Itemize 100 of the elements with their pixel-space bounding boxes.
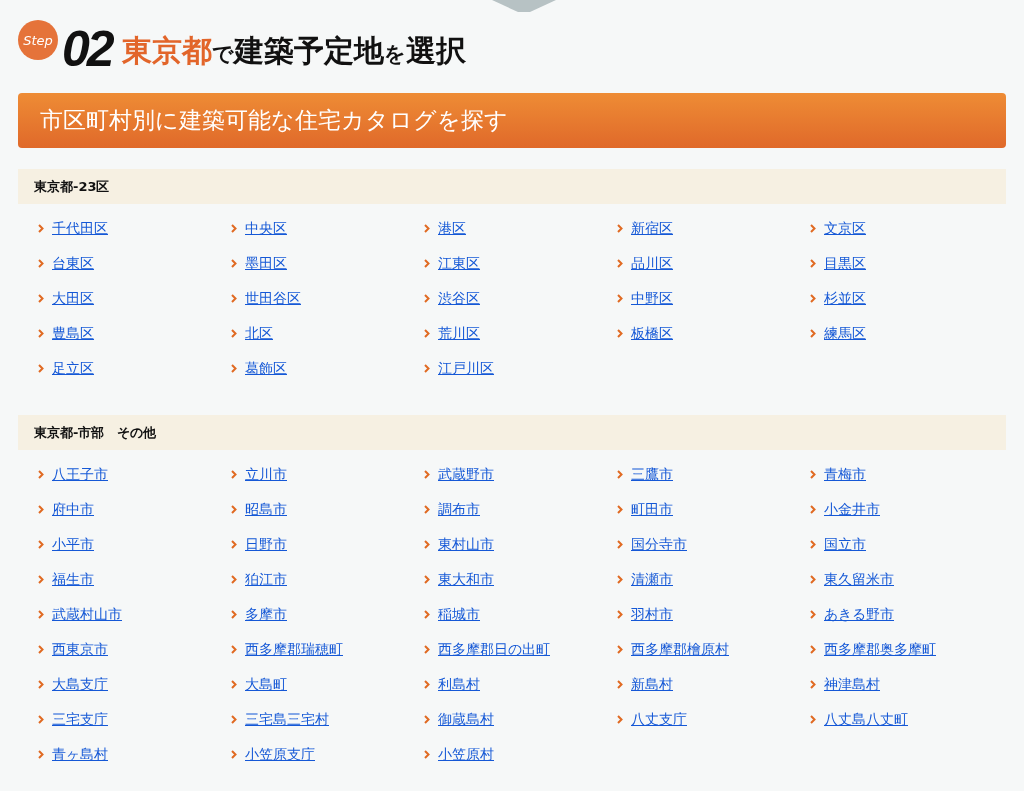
area-link[interactable]: 武蔵野市 bbox=[438, 465, 494, 484]
area-link[interactable]: 八丈島八丈町 bbox=[824, 710, 908, 729]
area-link[interactable]: 日野市 bbox=[245, 535, 287, 554]
area-link[interactable]: 福生市 bbox=[52, 570, 94, 589]
chevron-icon bbox=[231, 715, 237, 724]
step-number: 02 bbox=[62, 24, 112, 74]
area-link[interactable]: 三宅島三宅村 bbox=[245, 710, 329, 729]
chevron-icon bbox=[231, 680, 237, 689]
area-link[interactable]: 大田区 bbox=[52, 289, 94, 308]
area-link[interactable]: 墨田区 bbox=[245, 254, 287, 273]
area-link[interactable]: 西東京市 bbox=[52, 640, 108, 659]
area-link[interactable]: 品川区 bbox=[631, 254, 673, 273]
chevron-icon bbox=[38, 540, 44, 549]
area-link[interactable]: 台東区 bbox=[52, 254, 94, 273]
area-link[interactable]: 練馬区 bbox=[824, 324, 866, 343]
area-link[interactable]: 新島村 bbox=[631, 675, 673, 694]
area-link[interactable]: 江戸川区 bbox=[438, 359, 494, 378]
area-link[interactable]: 三宅支庁 bbox=[52, 710, 108, 729]
area-link[interactable]: 中央区 bbox=[245, 219, 287, 238]
chevron-icon bbox=[424, 540, 430, 549]
area-link[interactable]: 利島村 bbox=[438, 675, 480, 694]
chevron-icon bbox=[810, 329, 816, 338]
area-link[interactable]: 足立区 bbox=[52, 359, 94, 378]
chevron-icon bbox=[231, 610, 237, 619]
area-link[interactable]: 三鷹市 bbox=[631, 465, 673, 484]
area-link[interactable]: 神津島村 bbox=[824, 675, 880, 694]
area-link[interactable]: 西多摩郡瑞穂町 bbox=[245, 640, 343, 659]
area-link[interactable]: 杉並区 bbox=[824, 289, 866, 308]
area-link[interactable]: 大島町 bbox=[245, 675, 287, 694]
area-link[interactable]: 小笠原支庁 bbox=[245, 745, 315, 764]
chevron-icon bbox=[810, 470, 816, 479]
area-link[interactable]: 多摩市 bbox=[245, 605, 287, 624]
area-link[interactable]: 東久留米市 bbox=[824, 570, 894, 589]
chevron-icon bbox=[38, 364, 44, 373]
chevron-icon bbox=[231, 645, 237, 654]
area-link[interactable]: 町田市 bbox=[631, 500, 673, 519]
area-link[interactable]: 小金井市 bbox=[824, 500, 880, 519]
area-link[interactable]: 狛江市 bbox=[245, 570, 287, 589]
area-link[interactable]: 稲城市 bbox=[438, 605, 480, 624]
area-link[interactable]: 目黒区 bbox=[824, 254, 866, 273]
area-link[interactable]: 新宿区 bbox=[631, 219, 673, 238]
area-link[interactable]: 立川市 bbox=[245, 465, 287, 484]
chevron-icon bbox=[617, 259, 623, 268]
chevron-icon bbox=[810, 505, 816, 514]
chevron-icon bbox=[424, 294, 430, 303]
area-link[interactable]: 清瀬市 bbox=[631, 570, 673, 589]
chevron-icon bbox=[38, 224, 44, 233]
area-link[interactable]: 羽村市 bbox=[631, 605, 673, 624]
area-link[interactable]: 世田谷区 bbox=[245, 289, 301, 308]
chevron-icon bbox=[810, 610, 816, 619]
chevron-icon bbox=[424, 645, 430, 654]
chevron-icon bbox=[810, 540, 816, 549]
area-link[interactable]: 葛飾区 bbox=[245, 359, 287, 378]
section-banner: 市区町村別に建築可能な住宅カタログを探す bbox=[18, 93, 1006, 148]
area-link[interactable]: 調布市 bbox=[438, 500, 480, 519]
chevron-icon bbox=[810, 645, 816, 654]
chevron-icon bbox=[38, 294, 44, 303]
area-link[interactable]: 東大和市 bbox=[438, 570, 494, 589]
area-link[interactable]: 青ヶ島村 bbox=[52, 745, 108, 764]
area-link[interactable]: 八丈支庁 bbox=[631, 710, 687, 729]
area-link[interactable]: 大島支庁 bbox=[52, 675, 108, 694]
area-link[interactable]: 東村山市 bbox=[438, 535, 494, 554]
chevron-icon bbox=[38, 329, 44, 338]
chevron-icon bbox=[38, 680, 44, 689]
area-link[interactable]: 西多摩郡檜原村 bbox=[631, 640, 729, 659]
area-link[interactable]: 国立市 bbox=[824, 535, 866, 554]
area-link[interactable]: 小平市 bbox=[52, 535, 94, 554]
area-link[interactable]: 御蔵島村 bbox=[438, 710, 494, 729]
area-link[interactable]: 西多摩郡奥多摩町 bbox=[824, 640, 936, 659]
area-link[interactable]: 荒川区 bbox=[438, 324, 480, 343]
area-link[interactable]: 文京区 bbox=[824, 219, 866, 238]
chevron-icon bbox=[424, 715, 430, 724]
step-badge: Step bbox=[18, 20, 58, 60]
area-link[interactable]: 港区 bbox=[438, 219, 466, 238]
area-link[interactable]: 武蔵村山市 bbox=[52, 605, 122, 624]
area-link[interactable]: 千代田区 bbox=[52, 219, 108, 238]
chevron-icon bbox=[38, 470, 44, 479]
chevron-icon bbox=[617, 715, 623, 724]
chevron-icon bbox=[424, 329, 430, 338]
area-link[interactable]: あきる野市 bbox=[824, 605, 894, 624]
area-link[interactable]: 西多摩郡日の出町 bbox=[438, 640, 550, 659]
chevron-icon bbox=[617, 294, 623, 303]
chevron-icon bbox=[231, 505, 237, 514]
area-link[interactable]: 豊島区 bbox=[52, 324, 94, 343]
area-link[interactable]: 八王子市 bbox=[52, 465, 108, 484]
area-link[interactable]: 府中市 bbox=[52, 500, 94, 519]
chevron-icon bbox=[810, 294, 816, 303]
area-link[interactable]: 北区 bbox=[245, 324, 273, 343]
area-link[interactable]: 江東区 bbox=[438, 254, 480, 273]
chevron-icon bbox=[424, 224, 430, 233]
chevron-icon bbox=[424, 364, 430, 373]
area-link[interactable]: 中野区 bbox=[631, 289, 673, 308]
area-link[interactable]: 小笠原村 bbox=[438, 745, 494, 764]
chevron-icon bbox=[617, 680, 623, 689]
area-link[interactable]: 国分寺市 bbox=[631, 535, 687, 554]
chevron-icon bbox=[38, 715, 44, 724]
area-link[interactable]: 青梅市 bbox=[824, 465, 866, 484]
area-link[interactable]: 板橋区 bbox=[631, 324, 673, 343]
area-link[interactable]: 昭島市 bbox=[245, 500, 287, 519]
area-link[interactable]: 渋谷区 bbox=[438, 289, 480, 308]
